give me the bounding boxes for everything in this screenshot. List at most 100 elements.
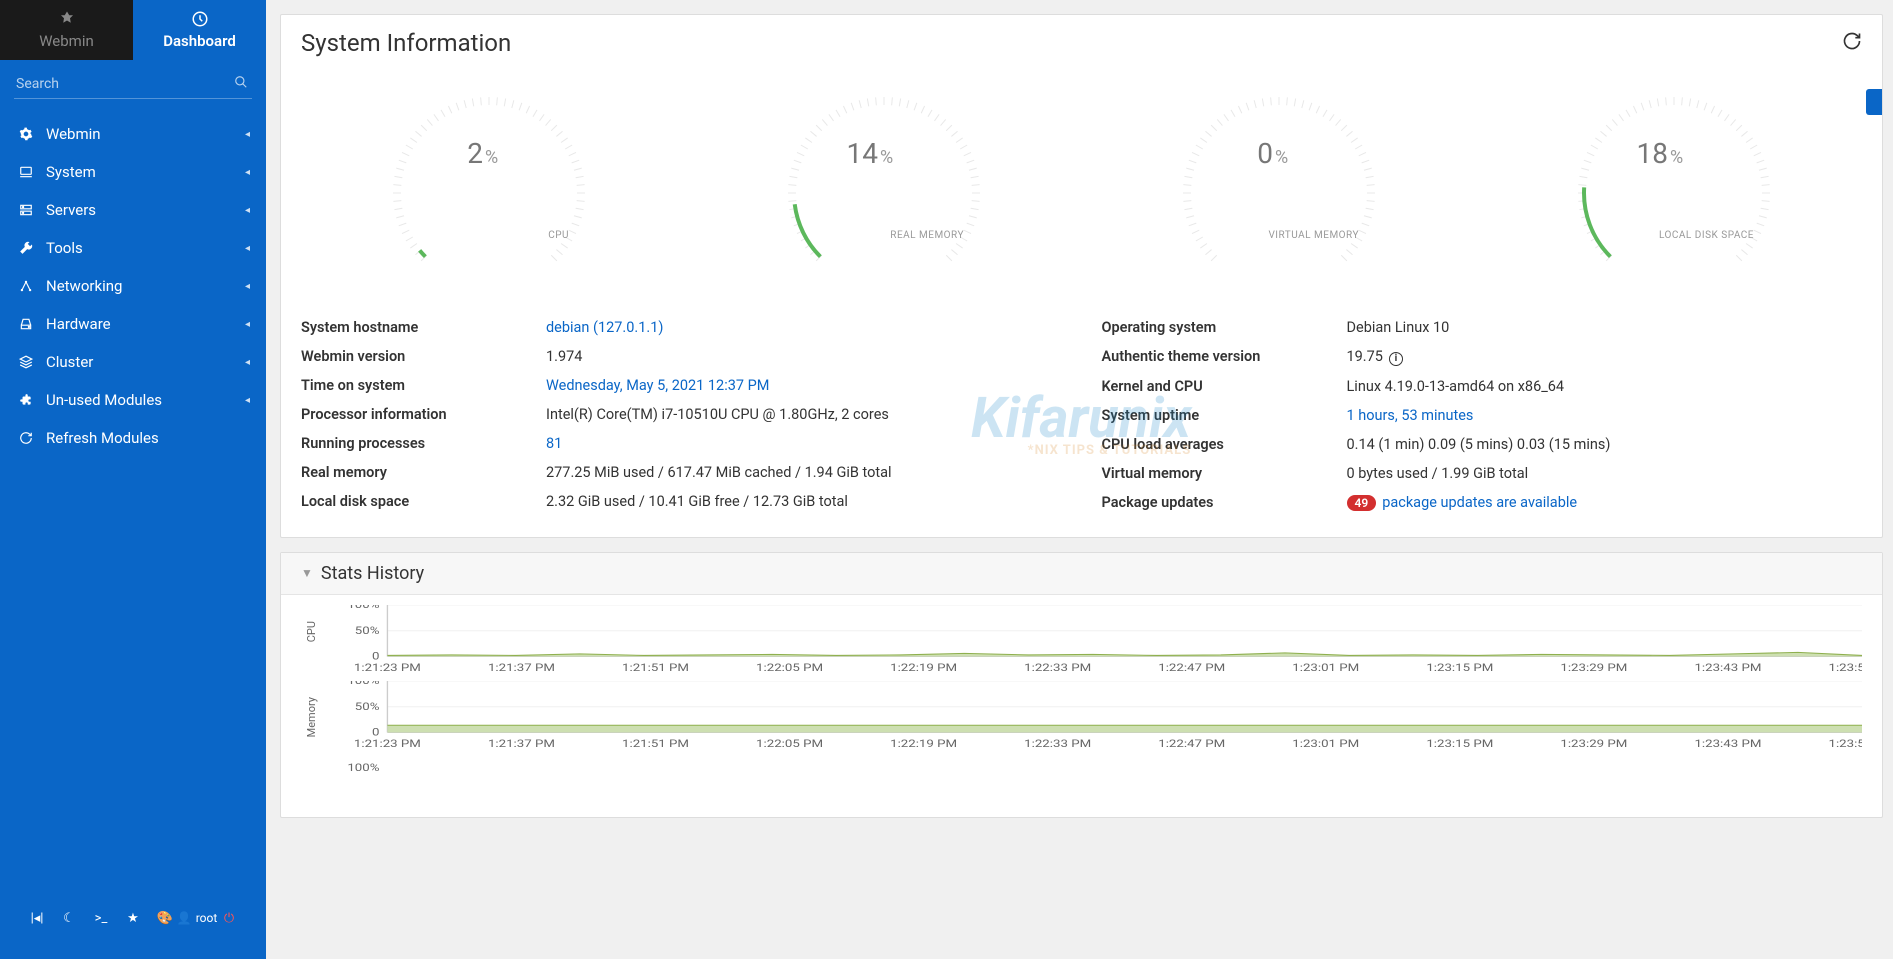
info-value: 19.75i [1347, 348, 1863, 366]
info-value: 1.974 [546, 348, 1062, 365]
svg-text:1:23:29 PM: 1:23:29 PM [1560, 737, 1627, 749]
refresh-icon [16, 431, 36, 445]
tab-dashboard-label: Dashboard [163, 32, 236, 50]
tab-dashboard[interactable]: Dashboard [133, 0, 266, 60]
caret-icon: ◂ [245, 129, 250, 140]
info-row: Authentic theme version19.75i [1102, 342, 1863, 372]
nav-label: Refresh Modules [46, 429, 250, 447]
gauge-cpu: 2 % CPU [339, 83, 639, 283]
logout-icon[interactable]: ⏻ [218, 907, 240, 929]
info-link[interactable]: debian (127.0.1.1) [546, 319, 663, 336]
search-icon[interactable] [234, 74, 248, 93]
info-row: Real memory277.25 MiB used / 617.47 MiB … [301, 458, 1062, 487]
user-button[interactable]: 👤 root [186, 907, 208, 929]
info-link[interactable]: 81 [546, 435, 562, 452]
info-value: 49 package updates are available [1347, 494, 1863, 511]
info-label: Package updates [1102, 494, 1347, 511]
sidebar-item-system[interactable]: System◂ [0, 153, 266, 191]
refresh-icon[interactable] [1842, 31, 1862, 55]
svg-text:0: 0 [372, 650, 379, 662]
svg-text:1:22:33 PM: 1:22:33 PM [1024, 661, 1091, 673]
sidebar-item-servers[interactable]: Servers◂ [0, 191, 266, 229]
info-label: Real memory [301, 464, 546, 481]
update-badge: 49 [1347, 495, 1377, 511]
svg-text:1:23:01 PM: 1:23:01 PM [1292, 661, 1359, 673]
laptop-icon [16, 165, 36, 179]
svg-text:%: % [1275, 147, 1288, 168]
system-info-panel: System Information 2 % CPU 14 % REAL MEM… [280, 14, 1883, 538]
chart-CPU: CPU 050%100% 1:21:23 PM1:21:37 PM1:21:51… [301, 605, 1862, 675]
svg-text:1:23:57 PM: 1:23:57 PM [1828, 737, 1862, 749]
terminal-icon[interactable]: >_ [90, 907, 112, 929]
svg-text:1:21:37 PM: 1:21:37 PM [488, 661, 555, 673]
main-content: System Information 2 % CPU 14 % REAL MEM… [266, 0, 1893, 959]
svg-text:0: 0 [372, 726, 379, 738]
svg-text:1:23:43 PM: 1:23:43 PM [1694, 661, 1761, 673]
svg-text:1:23:01 PM: 1:23:01 PM [1292, 737, 1359, 749]
info-link[interactable]: Wednesday, May 5, 2021 12:37 PM [546, 377, 769, 394]
caret-icon: ◂ [245, 205, 250, 216]
info-row: System hostnamedebian (127.0.1.1) [301, 313, 1062, 342]
info-icon[interactable]: i [1389, 352, 1403, 366]
svg-text:1:22:19 PM: 1:22:19 PM [890, 737, 957, 749]
info-row: Local disk space2.32 GiB used / 10.41 Gi… [301, 487, 1062, 516]
svg-text:100%: 100% [347, 605, 379, 611]
sidebar-item-cluster[interactable]: Cluster◂ [0, 343, 266, 381]
info-value: 1 hours, 53 minutes [1347, 407, 1863, 424]
svg-text:0: 0 [1257, 137, 1273, 170]
info-grid: System hostnamedebian (127.0.1.1)Webmin … [281, 313, 1882, 537]
search-input[interactable] [14, 70, 252, 99]
caret-icon: ◂ [245, 319, 250, 330]
svg-text:1:23:57 PM: 1:23:57 PM [1828, 661, 1862, 673]
svg-text:18: 18 [1637, 137, 1668, 170]
night-mode-icon[interactable]: ☾ [58, 907, 80, 929]
nav-menu: Webmin◂System◂Servers◂Tools◂Networking◂H… [0, 109, 266, 457]
nav-label: Hardware [46, 315, 245, 333]
svg-text:2: 2 [467, 137, 483, 170]
user-label: root [196, 911, 218, 925]
svg-text:100%: 100% [347, 681, 379, 687]
sidebar-item-hardware[interactable]: Hardware◂ [0, 305, 266, 343]
nav-label: Webmin [46, 125, 245, 143]
panel-header: System Information [281, 15, 1882, 63]
info-row: Webmin version1.974 [301, 342, 1062, 371]
nav-label: Tools [46, 239, 245, 257]
info-link[interactable]: 1 hours, 53 minutes [1347, 407, 1474, 424]
gauges-row: 2 % CPU 14 % REAL MEMORY 0 % VIRTUAL MEM… [281, 63, 1882, 313]
sidebar-item-webmin[interactable]: Webmin◂ [0, 115, 266, 153]
theme-icon[interactable]: 🎨 [154, 907, 176, 929]
tab-webmin[interactable]: Webmin [0, 0, 133, 60]
svg-text:1:23:43 PM: 1:23:43 PM [1694, 737, 1761, 749]
stats-header[interactable]: ▼ Stats History [281, 553, 1882, 595]
info-value: Wednesday, May 5, 2021 12:37 PM [546, 377, 1062, 394]
svg-text:1:23:15 PM: 1:23:15 PM [1426, 661, 1493, 673]
svg-text:1:23:15 PM: 1:23:15 PM [1426, 737, 1493, 749]
page-title: System Information [301, 29, 1842, 57]
svg-text:1:22:05 PM: 1:22:05 PM [756, 661, 823, 673]
info-value: 0 bytes used / 1.99 GiB total [1347, 465, 1863, 482]
info-label: CPU load averages [1102, 436, 1347, 453]
info-value: 2.32 GiB used / 10.41 GiB free / 12.73 G… [546, 493, 1062, 510]
info-value: Linux 4.19.0-13-amd64 on x86_64 [1347, 378, 1863, 395]
info-link[interactable]: package updates are available [1382, 494, 1577, 511]
side-flag[interactable] [1866, 89, 1882, 115]
search-wrap [0, 60, 266, 109]
sidebar-item-networking[interactable]: Networking◂ [0, 267, 266, 305]
sidebar-item-tools[interactable]: Tools◂ [0, 229, 266, 267]
sidebar-item-refresh-modules[interactable]: Refresh Modules [0, 419, 266, 457]
info-label: Webmin version [301, 348, 546, 365]
sidebar-tabs: Webmin Dashboard [0, 0, 266, 60]
collapse-triangle-icon: ▼ [301, 566, 313, 580]
nav-label: System [46, 163, 245, 181]
svg-text:50%: 50% [355, 700, 380, 712]
chart-ylabel: Memory [301, 681, 321, 753]
svg-text:1:22:19 PM: 1:22:19 PM [890, 661, 957, 673]
puzzle-icon [16, 393, 36, 407]
favorite-icon[interactable]: ★ [122, 907, 144, 929]
sidebar: Webmin Dashboard Webmin◂System◂Servers◂T… [0, 0, 266, 959]
gauge-virtual-memory: 0 % VIRTUAL MEMORY [1129, 83, 1429, 283]
chart-ylabel: CPU [301, 605, 321, 658]
charts-area: CPU 050%100% 1:21:23 PM1:21:37 PM1:21:51… [281, 595, 1882, 817]
sidebar-item-un-used-modules[interactable]: Un-used Modules◂ [0, 381, 266, 419]
collapse-icon[interactable]: |◂| [26, 907, 48, 929]
